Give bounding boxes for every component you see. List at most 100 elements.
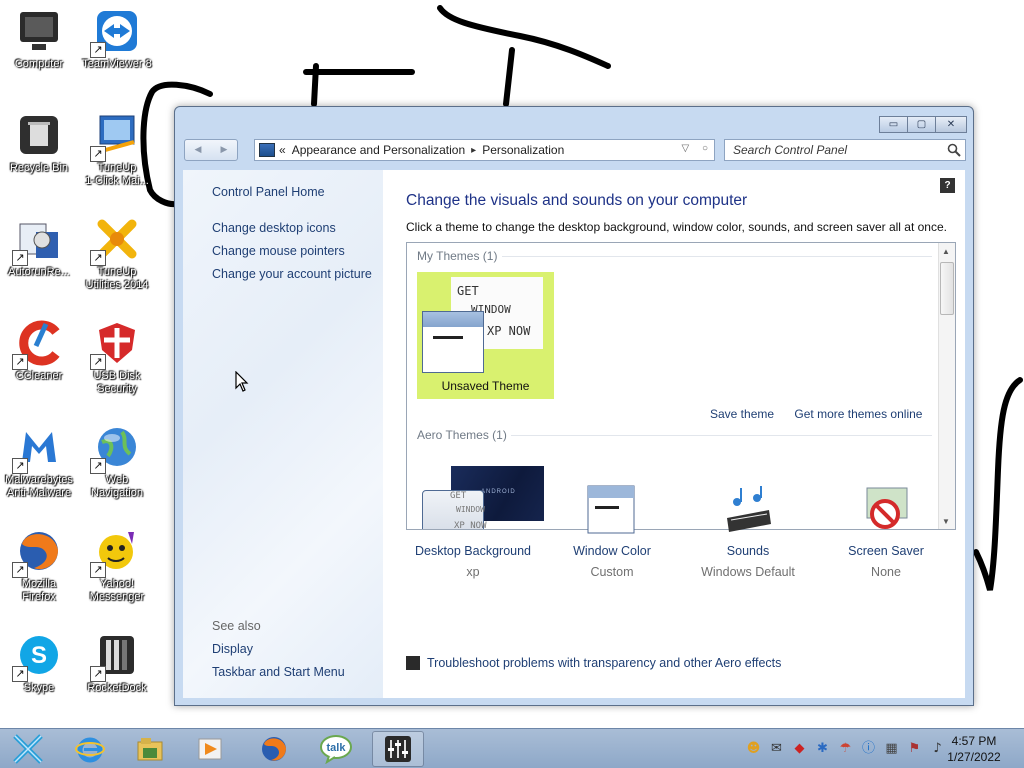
display-link[interactable]: Display <box>212 642 253 656</box>
people-icon[interactable]: ☻ <box>745 740 762 757</box>
maximize-icon: ▢ <box>916 119 927 130</box>
desktop-icon-usb-disk-security[interactable]: ↗ USB Disk Security <box>78 320 156 396</box>
desktop-icon-globe[interactable]: ↗ Web Navigation <box>78 424 156 500</box>
search-icon[interactable] <box>947 143 961 157</box>
screen-saver-value: None <box>871 565 901 579</box>
screen-saver-item[interactable]: Screen Saver None <box>811 484 961 579</box>
refresh-icon[interactable]: ○ <box>702 143 708 154</box>
window-color-item[interactable]: Window Color Custom <box>537 484 687 579</box>
sounds-label: Sounds <box>726 544 770 558</box>
yahoo-messenger-icon: ↗ <box>90 528 140 578</box>
troubleshoot-link[interactable]: Troubleshoot problems with transparency … <box>427 656 781 670</box>
svg-text:WINDOW: WINDOW <box>456 505 485 514</box>
shortcut-arrow-icon: ↗ <box>90 146 106 162</box>
screen-saver-label: Screen Saver <box>848 544 924 558</box>
clock-time: 4:57 PM <box>951 734 997 748</box>
back-button[interactable]: ◀ <box>195 145 202 155</box>
autorun-icon: ↗ <box>12 216 62 266</box>
taskbar-talk-button[interactable]: talk <box>310 731 362 767</box>
group-divider <box>502 256 932 257</box>
start-button[interactable] <box>2 731 54 767</box>
taskbar-mixer-button[interactable] <box>372 731 424 767</box>
desktop-icon-computer[interactable]: Computer <box>0 8 78 71</box>
breadcrumb-personalization[interactable]: Personalization <box>482 143 564 157</box>
save-theme-link[interactable]: Save theme <box>710 407 774 421</box>
usb-disk-security-icon: ↗ <box>90 320 140 370</box>
taskbar-start-menu-link[interactable]: Taskbar and Start Menu <box>212 665 345 679</box>
search-input[interactable]: Search Control Panel <box>724 139 966 161</box>
desktop-icon-label: TeamViewer 8 <box>82 58 152 70</box>
desktop-background-item[interactable]: GET WINDOW XP NOW Desktop Background xp <box>398 484 548 579</box>
desktop-icon-tuneup[interactable]: ↗ TuneUp 1-Click Mai... <box>78 112 156 188</box>
taskbar-media-player-button[interactable] <box>184 731 236 767</box>
left-pane: Control Panel Home Change desktop icons … <box>183 170 383 698</box>
title-bar[interactable]: ▭ ▢ ✕ <box>175 107 973 137</box>
change-account-picture-link[interactable]: Change your account picture <box>212 267 372 281</box>
desktop-icon-skype[interactable]: S ↗ Skype <box>0 632 78 695</box>
desktop-icon-yahoo-messenger[interactable]: ↗ Yahoo! Messenger <box>78 528 156 604</box>
forward-button[interactable]: ▶ <box>221 145 228 155</box>
search-placeholder: Search Control Panel <box>733 143 848 157</box>
desktop-icon-autorun[interactable]: ↗ AutorunRe... <box>0 216 78 279</box>
main-pane: ? Change the visuals and sounds on your … <box>383 170 965 698</box>
content-area: Control Panel Home Change desktop icons … <box>183 170 965 698</box>
shortcut-arrow-icon: ↗ <box>90 354 106 370</box>
chat-icon[interactable]: ✉ <box>768 740 785 757</box>
info-icon[interactable]: ⓘ <box>860 740 877 757</box>
desktop-icon-teamviewer[interactable]: ↗ TeamViewer 8 <box>78 8 156 71</box>
see-also-heading: See also <box>212 619 261 633</box>
desktop-background-label: Desktop Background <box>414 544 532 558</box>
bluetooth-icon[interactable]: ✱ <box>814 740 831 757</box>
desktop-icon-tuneup-utilities[interactable]: ↗ TuneUp Utilities 2014 <box>78 216 156 292</box>
shortcut-arrow-icon: ↗ <box>12 562 28 578</box>
network-icon[interactable]: ▦ <box>883 740 900 757</box>
scroll-thumb[interactable] <box>940 262 954 315</box>
clock[interactable]: 4:57 PM 1/27/2022 <box>940 733 1008 765</box>
internet-explorer-icon <box>75 737 105 763</box>
desktop-icon-label: Recycle Bin <box>9 162 69 174</box>
desktop-icon-rocketdock[interactable]: ↗ RocketDock <box>78 632 156 695</box>
taskbar-ie-button[interactable] <box>64 731 116 767</box>
desktop-icon-label: Yahoo! Messenger <box>89 578 145 603</box>
minimize-icon: ▭ <box>888 119 899 130</box>
update-icon[interactable]: ☂ <box>837 740 854 757</box>
desktop-icon-malwarebytes[interactable]: ↗ Malwarebytes Anti-Malware <box>0 424 78 500</box>
taskbar-firefox-button[interactable] <box>248 731 300 767</box>
minimize-button[interactable]: ▭ <box>879 116 908 133</box>
address-bar[interactable]: « Appearance and Personalization ▸ Perso… <box>254 139 715 161</box>
address-dropdown-icon[interactable]: ▽ <box>681 143 689 154</box>
unsaved-theme-label: Unsaved Theme <box>441 379 530 393</box>
mini-titlebar <box>423 312 483 327</box>
change-mouse-pointers-link[interactable]: Change mouse pointers <box>212 244 345 258</box>
navigation-bar: ◀ ▶ « Appearance and Personalization ▸ P… <box>184 139 966 163</box>
desktop-icon-ccleaner[interactable]: ↗ CCleaner <box>0 320 78 383</box>
shortcut-arrow-icon: ↗ <box>90 250 106 266</box>
control-panel-icon <box>259 143 275 157</box>
desktop-icon-firefox[interactable]: ↗ Mozilla Firefox <box>0 528 78 604</box>
shortcut-arrow-icon: ↗ <box>12 354 28 370</box>
tuneup-icon: ↗ <box>90 112 140 162</box>
control-panel-home-link[interactable]: Control Panel Home <box>212 185 325 199</box>
close-button[interactable]: ✕ <box>935 116 967 133</box>
desktop-icon-label: Mozilla Firefox <box>21 578 57 603</box>
taskbar-explorer-button[interactable] <box>124 731 176 767</box>
shortcut-arrow-icon: ↗ <box>12 666 28 682</box>
malwarebytes-icon: ↗ <box>12 424 62 474</box>
shortcut-arrow-icon: ↗ <box>90 666 106 682</box>
action-center-icon[interactable]: ⚑ <box>906 740 923 757</box>
help-icon[interactable]: ? <box>940 178 955 193</box>
breadcrumb-appearance[interactable]: Appearance and Personalization <box>292 143 465 157</box>
change-desktop-icons-link[interactable]: Change desktop icons <box>212 221 336 235</box>
desktop-icon-recycle-bin[interactable]: Recycle Bin <box>0 112 78 175</box>
maximize-button[interactable]: ▢ <box>907 116 936 133</box>
get-more-themes-link[interactable]: Get more themes online <box>794 407 922 421</box>
desktop-background-value: xp <box>466 565 480 579</box>
desktop-background-icon: GET WINDOW XP NOW <box>446 484 500 538</box>
unsaved-theme-tile[interactable]: GET WINDOW XP NOW Unsaved Theme <box>417 272 554 399</box>
breadcrumb-separator-icon[interactable]: ▸ <box>471 145 476 156</box>
scroll-up-icon[interactable]: ▲ <box>942 247 950 256</box>
teamviewer-icon: ↗ <box>90 8 140 58</box>
sounds-item[interactable]: Sounds Windows Default <box>673 484 823 579</box>
troubleshoot-row: Troubleshoot problems with transparency … <box>406 656 781 670</box>
security-shield-icon[interactable]: ◆ <box>791 740 808 757</box>
